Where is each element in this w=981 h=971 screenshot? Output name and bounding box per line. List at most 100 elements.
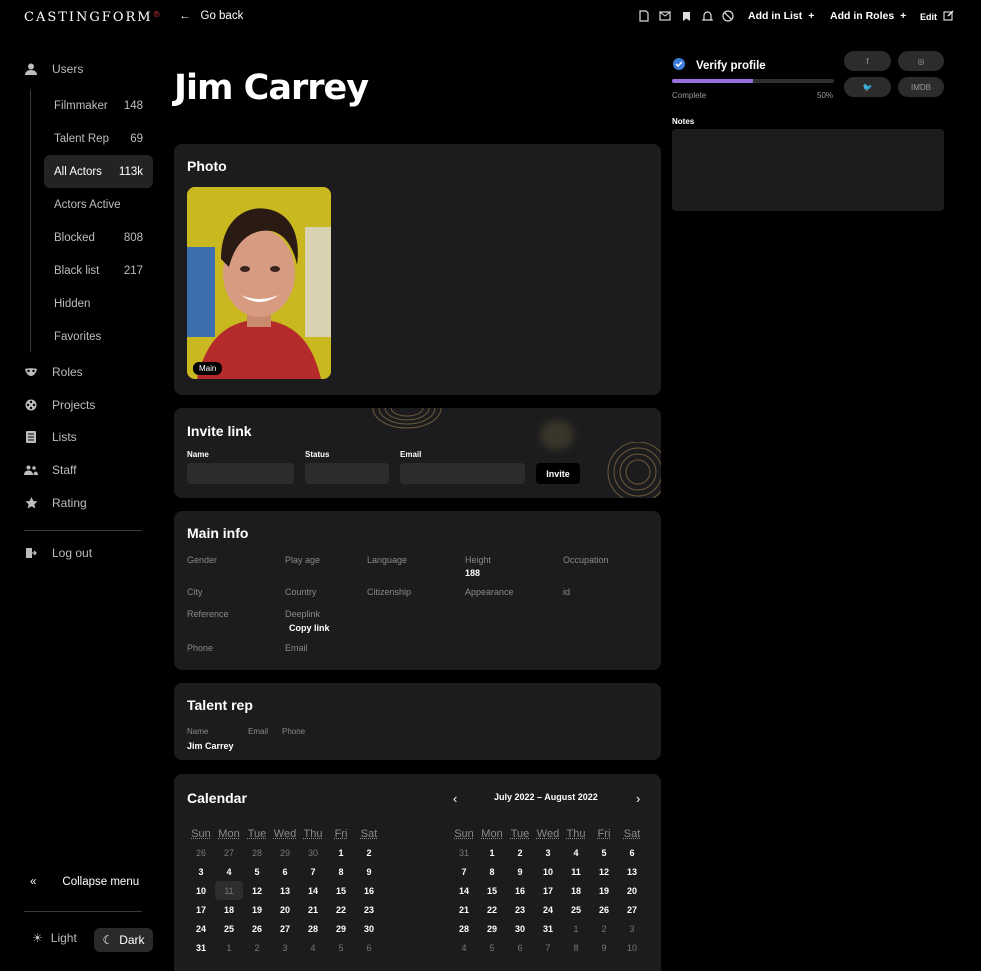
calendar-day[interactable]: 29 bbox=[271, 843, 299, 862]
calendar-day[interactable]: 23 bbox=[506, 900, 534, 919]
calendar-day[interactable]: 6 bbox=[506, 938, 534, 957]
invite-status-select[interactable] bbox=[305, 463, 389, 484]
collapse-menu-button[interactable]: « Collapse menu bbox=[30, 876, 139, 888]
calendar-day[interactable]: 15 bbox=[478, 881, 506, 900]
calendar-day[interactable]: 4 bbox=[562, 843, 590, 862]
calendar-day[interactable]: 26 bbox=[243, 919, 271, 938]
calendar-day[interactable]: 10 bbox=[534, 862, 562, 881]
sidebar-item-projects[interactable]: Projects bbox=[24, 395, 95, 415]
calendar-day[interactable]: 29 bbox=[327, 919, 355, 938]
calendar-day[interactable]: 2 bbox=[590, 919, 618, 938]
sidebar-subitem-hidden[interactable]: Hidden bbox=[44, 287, 153, 320]
calendar-day[interactable]: 3 bbox=[271, 938, 299, 957]
verify-profile-button[interactable]: Verify profile bbox=[672, 57, 766, 74]
calendar-day[interactable]: 21 bbox=[450, 900, 478, 919]
calendar-day[interactable]: 5 bbox=[478, 938, 506, 957]
calendar-day[interactable]: 30 bbox=[299, 843, 327, 862]
calendar-day[interactable]: 12 bbox=[243, 881, 271, 900]
calendar-day[interactable]: 9 bbox=[355, 862, 383, 881]
calendar-day[interactable]: 28 bbox=[243, 843, 271, 862]
calendar-day[interactable]: 4 bbox=[299, 938, 327, 957]
calendar-day[interactable]: 27 bbox=[215, 843, 243, 862]
sidebar-subitem-all-actors[interactable]: All Actors 113k bbox=[44, 155, 153, 188]
calendar-day[interactable]: 2 bbox=[506, 843, 534, 862]
copy-link-button[interactable]: Copy link bbox=[289, 623, 330, 633]
logout-button[interactable]: Log out bbox=[24, 543, 92, 563]
calendar-day[interactable]: 21 bbox=[299, 900, 327, 919]
calendar-day[interactable]: 27 bbox=[271, 919, 299, 938]
notes-textarea[interactable] bbox=[672, 129, 944, 211]
sidebar-item-users[interactable]: Users bbox=[24, 59, 83, 79]
calendar-day[interactable]: 17 bbox=[187, 900, 215, 919]
bookmark-icon[interactable] bbox=[680, 9, 692, 23]
block-icon[interactable] bbox=[722, 9, 734, 23]
calendar-day[interactable]: 1 bbox=[215, 938, 243, 957]
calendar-day[interactable]: 5 bbox=[243, 862, 271, 881]
calendar-day[interactable]: 30 bbox=[506, 919, 534, 938]
calendar-next-button[interactable]: › bbox=[636, 791, 640, 806]
mail-icon[interactable] bbox=[659, 9, 671, 23]
invite-name-input[interactable] bbox=[187, 463, 294, 484]
calendar-day[interactable]: 18 bbox=[562, 881, 590, 900]
twitter-button[interactable]: 🐦 bbox=[844, 77, 891, 97]
calendar-day[interactable]: 14 bbox=[450, 881, 478, 900]
sidebar-subitem-favorites[interactable]: Favorites bbox=[44, 320, 153, 353]
imdb-button[interactable]: IMDB bbox=[898, 77, 944, 97]
calendar-day[interactable]: 10 bbox=[618, 938, 646, 957]
calendar-day[interactable]: 7 bbox=[450, 862, 478, 881]
calendar-day[interactable]: 9 bbox=[506, 862, 534, 881]
theme-dark-button[interactable]: ☾ Dark bbox=[94, 928, 153, 952]
instagram-button[interactable]: ◎ bbox=[898, 51, 944, 71]
calendar-day[interactable]: 31 bbox=[187, 938, 215, 957]
sidebar-item-lists[interactable]: Lists bbox=[24, 427, 77, 447]
calendar-day[interactable]: 16 bbox=[506, 881, 534, 900]
calendar-day[interactable]: 6 bbox=[271, 862, 299, 881]
edit-button[interactable]: Edit bbox=[920, 10, 954, 24]
calendar-day[interactable]: 17 bbox=[534, 881, 562, 900]
theme-light-button[interactable]: ☀ Light bbox=[32, 931, 77, 945]
calendar-day[interactable]: 18 bbox=[215, 900, 243, 919]
calendar-prev-button[interactable]: ‹ bbox=[453, 791, 457, 806]
calendar-day[interactable]: 2 bbox=[355, 843, 383, 862]
calendar-day[interactable]: 13 bbox=[618, 862, 646, 881]
calendar-day[interactable]: 11 bbox=[215, 881, 243, 900]
calendar-day[interactable]: 3 bbox=[534, 843, 562, 862]
calendar-day[interactable]: 24 bbox=[187, 919, 215, 938]
sidebar-subitem-talent-rep[interactable]: Talent Rep 69 bbox=[44, 122, 153, 155]
calendar-day[interactable]: 4 bbox=[215, 862, 243, 881]
calendar-day[interactable]: 23 bbox=[355, 900, 383, 919]
calendar-day[interactable]: 3 bbox=[187, 862, 215, 881]
calendar-day[interactable]: 12 bbox=[590, 862, 618, 881]
calendar-day[interactable]: 27 bbox=[618, 900, 646, 919]
calendar-day[interactable]: 4 bbox=[450, 938, 478, 957]
calendar-day[interactable]: 31 bbox=[534, 919, 562, 938]
calendar-day[interactable]: 19 bbox=[590, 881, 618, 900]
calendar-day[interactable]: 25 bbox=[215, 919, 243, 938]
calendar-day[interactable]: 14 bbox=[299, 881, 327, 900]
calendar-day[interactable]: 28 bbox=[450, 919, 478, 938]
calendar-day[interactable]: 7 bbox=[299, 862, 327, 881]
document-icon[interactable] bbox=[638, 9, 650, 23]
add-in-list-button[interactable]: Add in List + bbox=[748, 10, 814, 22]
invite-email-input[interactable] bbox=[400, 463, 525, 484]
calendar-day[interactable]: 13 bbox=[271, 881, 299, 900]
sidebar-item-staff[interactable]: Staff bbox=[24, 460, 76, 480]
calendar-day[interactable]: 1 bbox=[562, 919, 590, 938]
actor-photo[interactable]: Main bbox=[187, 187, 331, 379]
calendar-day[interactable]: 16 bbox=[355, 881, 383, 900]
calendar-day[interactable]: 24 bbox=[534, 900, 562, 919]
calendar-day[interactable]: 22 bbox=[478, 900, 506, 919]
calendar-day[interactable]: 8 bbox=[327, 862, 355, 881]
calendar-day[interactable]: 20 bbox=[618, 881, 646, 900]
calendar-day[interactable]: 5 bbox=[327, 938, 355, 957]
app-logo[interactable]: CASTINGFORM® bbox=[24, 10, 163, 25]
sidebar-subitem-actors-active[interactable]: Actors Active bbox=[44, 188, 153, 221]
bell-icon[interactable] bbox=[701, 9, 713, 23]
sidebar-item-rating[interactable]: Rating bbox=[24, 493, 87, 513]
calendar-day[interactable]: 10 bbox=[187, 881, 215, 900]
calendar-day[interactable]: 9 bbox=[590, 938, 618, 957]
calendar-day[interactable]: 6 bbox=[618, 843, 646, 862]
calendar-day[interactable]: 3 bbox=[618, 919, 646, 938]
facebook-button[interactable]: f bbox=[844, 51, 891, 71]
calendar-day[interactable]: 26 bbox=[187, 843, 215, 862]
